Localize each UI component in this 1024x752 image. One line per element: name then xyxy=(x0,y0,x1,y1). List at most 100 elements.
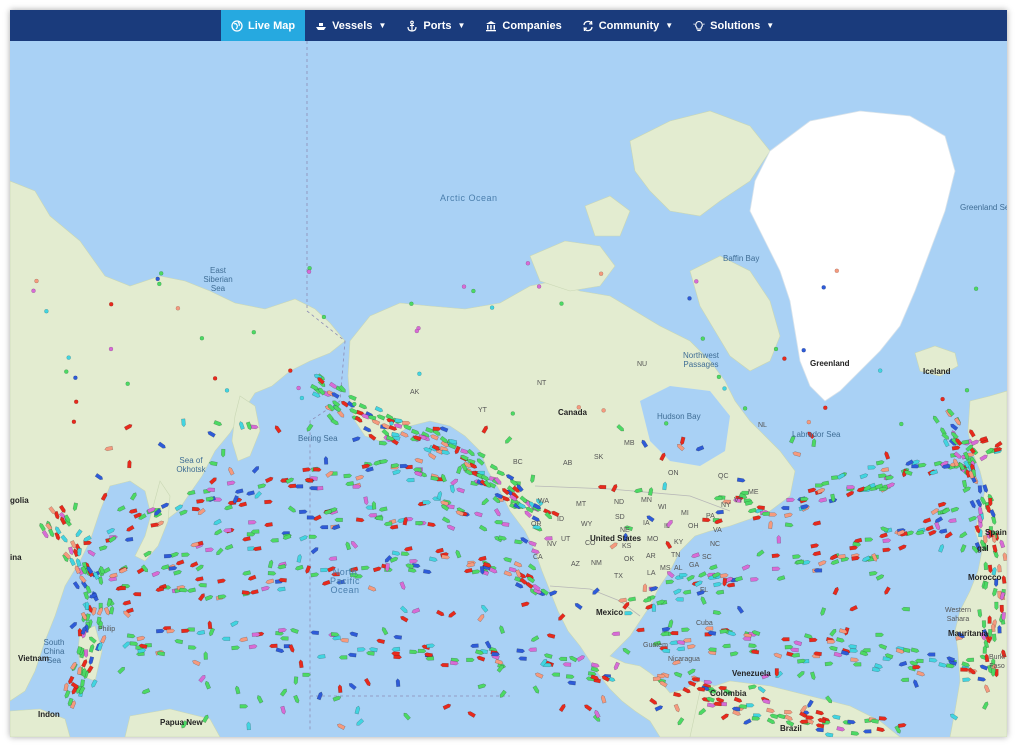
vessel-marker[interactable] xyxy=(716,374,722,380)
vessel-marker[interactable] xyxy=(224,388,230,393)
label-state: BC xyxy=(513,459,523,466)
vessel-marker[interactable] xyxy=(774,668,779,677)
vessel-marker[interactable] xyxy=(878,368,883,373)
map-canvas[interactable] xyxy=(10,41,1007,737)
nav-companies[interactable]: Companies xyxy=(475,10,571,41)
vessel-marker[interactable] xyxy=(199,336,205,341)
vessel-marker[interactable] xyxy=(414,328,419,334)
building-icon xyxy=(485,20,497,32)
vessel-marker[interactable] xyxy=(806,419,811,425)
vessel-marker[interactable] xyxy=(155,276,160,282)
vessel-marker[interactable] xyxy=(299,395,305,401)
vessel-marker[interactable] xyxy=(489,305,495,310)
vessel-marker[interactable] xyxy=(815,483,824,488)
vessel-marker[interactable] xyxy=(44,309,49,314)
vessel-marker[interactable] xyxy=(157,281,162,287)
vessel-marker[interactable] xyxy=(813,568,823,573)
vessel-marker[interactable] xyxy=(973,286,979,291)
vessel-marker[interactable] xyxy=(409,301,414,306)
vessel-marker[interactable] xyxy=(773,346,779,352)
vessel-marker[interactable] xyxy=(125,381,130,386)
vessel-marker[interactable] xyxy=(742,406,748,411)
vessel-marker[interactable] xyxy=(288,368,293,373)
label-greenland: Greenland xyxy=(810,359,850,368)
vessel-marker[interactable] xyxy=(664,421,669,426)
vessel-marker[interactable] xyxy=(525,261,531,266)
nav-solutions-label: Solutions xyxy=(710,19,761,32)
vessel-marker[interactable] xyxy=(651,603,656,612)
vessel-marker[interactable] xyxy=(296,385,301,391)
label-state: IA xyxy=(643,520,650,527)
vessel-marker[interactable] xyxy=(834,268,839,274)
vessel-marker[interactable] xyxy=(158,271,164,276)
vessel-marker[interactable] xyxy=(417,371,422,376)
label-bering-sea: Bering Sea xyxy=(298,434,338,443)
vessel-marker[interactable] xyxy=(601,408,606,413)
vessel-marker[interactable] xyxy=(510,411,515,416)
vessel-marker[interactable] xyxy=(722,386,727,391)
vessel-marker[interactable] xyxy=(823,405,828,410)
label-nicaragua: Nicaragua xyxy=(668,656,700,663)
vessel-marker[interactable] xyxy=(536,284,542,289)
vessel-marker[interactable] xyxy=(108,346,114,352)
vessel-marker[interactable] xyxy=(964,388,970,393)
label-state: IL xyxy=(664,523,670,530)
label-labrador-sea: Labrador Sea xyxy=(792,430,841,439)
label-indonesia: Indon xyxy=(38,710,60,719)
vessel-marker[interactable] xyxy=(66,355,71,360)
vessel-marker[interactable] xyxy=(389,421,394,426)
vessel-marker[interactable] xyxy=(73,399,79,404)
top-navbar: Live Map Vessels ▼ Ports ▼ Companies Com… xyxy=(10,10,1007,41)
vessel-marker[interactable] xyxy=(598,271,604,276)
nav-ports[interactable]: Ports ▼ xyxy=(396,10,475,41)
vessel-marker[interactable] xyxy=(31,288,36,294)
label-state: MS xyxy=(660,565,671,572)
vessel-marker[interactable] xyxy=(34,278,39,284)
vessel-marker[interactable] xyxy=(471,288,476,294)
vessel-marker[interactable] xyxy=(559,301,564,306)
vessel-marker[interactable] xyxy=(466,657,475,662)
vessel-marker[interactable] xyxy=(64,369,69,374)
vessel-marker[interactable] xyxy=(71,419,77,424)
vessel-marker[interactable] xyxy=(801,348,806,353)
vessel-marker[interactable] xyxy=(821,285,826,290)
vessel-marker[interactable] xyxy=(251,330,257,335)
vessel-marker[interactable] xyxy=(108,302,114,307)
nav-vessels[interactable]: Vessels ▼ xyxy=(305,10,396,41)
label-state: VT xyxy=(734,497,743,504)
label-state: NV xyxy=(547,541,557,548)
vessel-marker[interactable] xyxy=(926,652,936,657)
vessel-marker[interactable] xyxy=(212,376,218,381)
vessel-marker[interactable] xyxy=(746,703,755,708)
vessel-marker[interactable] xyxy=(221,636,231,641)
label-arctic-ocean: Arctic Ocean xyxy=(440,193,498,203)
vessel-marker[interactable] xyxy=(940,396,945,402)
vessel-marker[interactable] xyxy=(875,632,884,637)
vessel-marker[interactable] xyxy=(175,306,181,311)
vessel-marker[interactable] xyxy=(306,269,312,274)
vessel-marker[interactable] xyxy=(73,375,78,380)
label-baffin-bay: Baffin Bay xyxy=(723,254,760,263)
nav-live-map[interactable]: Live Map xyxy=(221,10,306,41)
live-map[interactable]: Arctic Ocean North Pacific Ocean East Si… xyxy=(10,41,1007,737)
label-state: YT xyxy=(478,407,487,414)
nav-live-map-label: Live Map xyxy=(248,19,296,32)
vessel-marker[interactable] xyxy=(321,314,327,320)
label-state: SK xyxy=(594,454,604,461)
label-state: NT xyxy=(537,380,547,387)
vessel-marker[interactable] xyxy=(352,401,357,407)
vessel-marker[interactable] xyxy=(782,356,787,361)
nav-community[interactable]: Community ▼ xyxy=(572,10,683,41)
label-state: CA xyxy=(533,554,543,561)
label-state: WI xyxy=(658,504,667,511)
vessel-marker[interactable] xyxy=(687,296,692,301)
vessel-marker[interactable] xyxy=(700,336,705,341)
label-philippines: Philip xyxy=(98,626,116,633)
label-state: NL xyxy=(758,422,767,429)
vessel-marker[interactable] xyxy=(461,284,467,289)
vessel-marker[interactable] xyxy=(694,279,699,284)
nav-solutions[interactable]: Solutions ▼ xyxy=(683,10,784,41)
vessel-marker[interactable] xyxy=(899,421,904,427)
vessel-marker[interactable] xyxy=(239,704,249,709)
label-state: KS xyxy=(622,543,632,550)
